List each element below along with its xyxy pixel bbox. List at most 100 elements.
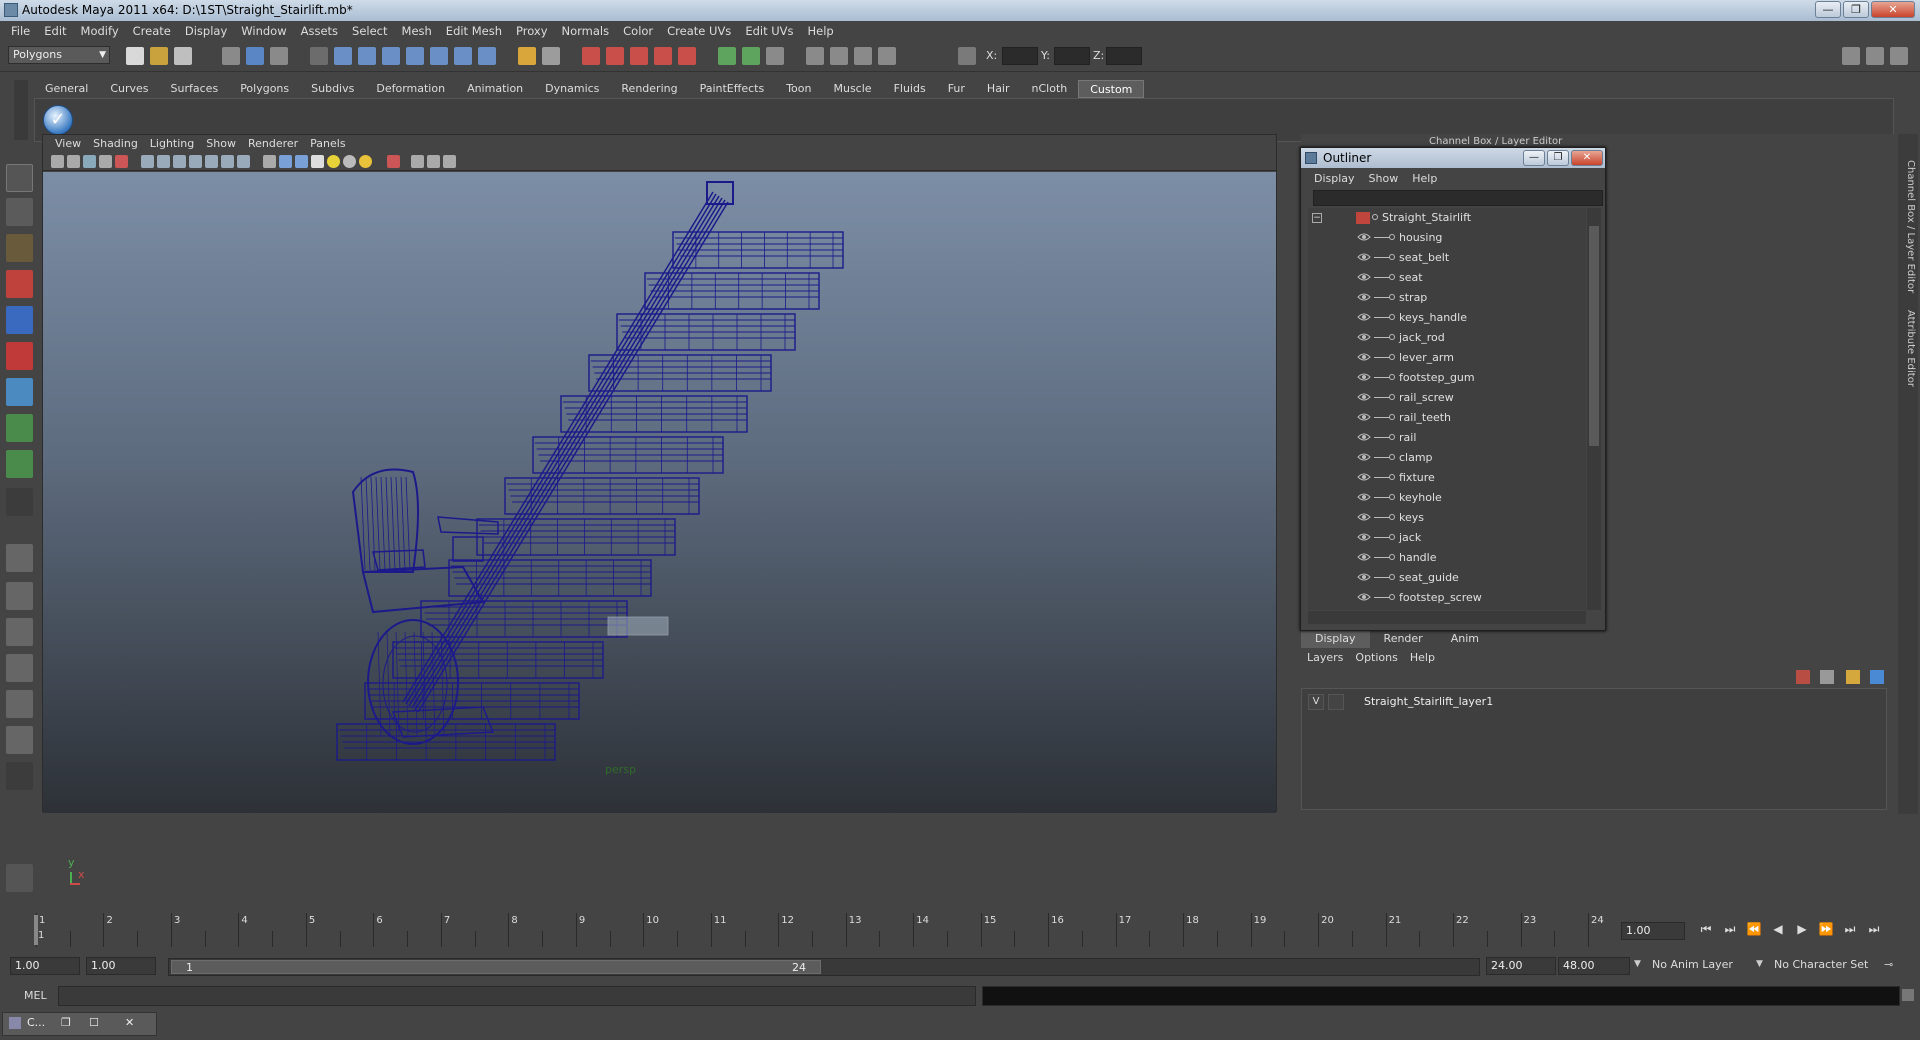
tool-settings-toggle-icon[interactable]	[1866, 47, 1884, 65]
select-object-icon[interactable]	[246, 47, 264, 65]
outliner-menu-help[interactable]: Help	[1405, 172, 1444, 185]
render-view-icon[interactable]	[542, 47, 560, 65]
outliner-scroll-thumb[interactable]	[1589, 226, 1599, 446]
animation-end-field[interactable]: 48.00	[1558, 957, 1630, 975]
layer-color-swatch[interactable]	[1346, 694, 1358, 710]
snap-curve-icon[interactable]	[358, 47, 376, 65]
shelf-tab-fur[interactable]: Fur	[937, 80, 976, 98]
outliner-item[interactable]: housing	[1308, 228, 1586, 248]
maximize-button[interactable]: ❐	[1843, 1, 1869, 18]
shelf-tab-dynamics[interactable]: Dynamics	[534, 80, 610, 98]
open-scene-icon[interactable]	[150, 47, 168, 65]
outliner-item[interactable]: clamp	[1308, 448, 1586, 468]
snap-view-plane-icon[interactable]	[406, 47, 424, 65]
close-button[interactable]: ✕	[1871, 1, 1915, 18]
shadows-icon[interactable]	[359, 155, 372, 168]
layer-menu-layers[interactable]: Layers	[1301, 651, 1349, 664]
camera-select-icon[interactable]	[51, 155, 64, 168]
menu-edit[interactable]: Edit	[37, 24, 73, 38]
step-back-frame-button[interactable]: ⏪	[1742, 922, 1766, 940]
shelf-tab-general[interactable]: General	[34, 80, 99, 98]
layer-name[interactable]: Straight_Stairlift_layer1	[1364, 695, 1493, 708]
construction-history-icon[interactable]	[518, 47, 536, 65]
shelf-tab-curves[interactable]: Curves	[99, 80, 159, 98]
menu-edit-uvs[interactable]: Edit UVs	[738, 24, 800, 38]
outliner-filter-field[interactable]	[1313, 190, 1603, 206]
select-hierarchy-icon[interactable]	[222, 47, 240, 65]
film-gate-icon[interactable]	[141, 155, 154, 168]
viewport-menu-shading[interactable]: Shading	[87, 137, 144, 150]
layout-graph-persp-icon[interactable]	[6, 654, 33, 682]
menu-create[interactable]: Create	[126, 24, 178, 38]
layer-menu-options[interactable]: Options	[1349, 651, 1403, 664]
move-tool-icon[interactable]	[6, 270, 33, 298]
wireframe-icon[interactable]	[263, 155, 276, 168]
shelf-tab-custom[interactable]: Custom	[1078, 80, 1145, 98]
select-tool-icon[interactable]	[6, 164, 33, 192]
xray-icon[interactable]	[411, 155, 424, 168]
anim-layer-dropdown[interactable]: No Anim Layer	[1648, 957, 1756, 975]
outliner-item[interactable]: jack	[1308, 528, 1586, 548]
outliner-item[interactable]: footstep_screw	[1308, 588, 1586, 608]
close-icon[interactable]: ✕	[125, 1016, 134, 1029]
time-slider-ruler[interactable]: 1 2 3 4 5 6 7 8 9 10 11 12 13 14 15 16 17 18 19 20 21 22 23 24	[0, 913, 1620, 948]
menu-modify[interactable]: Modify	[74, 24, 126, 38]
viewport-menu-view[interactable]: View	[49, 137, 87, 150]
outliner-item[interactable]: footstep_gum	[1308, 368, 1586, 388]
layer-menu-help[interactable]: Help	[1404, 651, 1441, 664]
outliner-item[interactable]: rail	[1308, 428, 1586, 448]
layer-visibility-toggle[interactable]: V	[1308, 694, 1324, 710]
layout-options-icon[interactable]	[6, 762, 33, 790]
menu-window[interactable]: Window	[234, 24, 293, 38]
command-input[interactable]	[58, 986, 976, 1006]
shelf-tab-ncloth[interactable]: nCloth	[1021, 80, 1079, 98]
outliner-menu-display[interactable]: Display	[1307, 172, 1362, 185]
safe-action-icon[interactable]	[205, 155, 218, 168]
chevron-down-icon[interactable]: ▼	[1634, 959, 1641, 969]
range-thumb[interactable]: 1 24	[171, 960, 821, 974]
menu-create-uvs[interactable]: Create UVs	[660, 24, 738, 38]
shelf-tab-rendering[interactable]: Rendering	[610, 80, 688, 98]
current-time-field[interactable]: 1.00	[1621, 922, 1685, 940]
bookmark-icon[interactable]	[83, 155, 96, 168]
current-frame-indicator[interactable]	[34, 915, 38, 945]
rotate-tool-icon[interactable]	[6, 306, 33, 334]
render-settings-icon[interactable]	[630, 47, 648, 65]
outliner-item[interactable]: rail_teeth	[1308, 408, 1586, 428]
graph-editor-icon[interactable]	[766, 47, 784, 65]
shelf-tab-subdivs[interactable]: Subdivs	[300, 80, 365, 98]
snap-grid-icon[interactable]	[334, 47, 352, 65]
hypershade-icon[interactable]	[654, 47, 672, 65]
minimized-window-button[interactable]: C... ❐ ☐ ✕	[2, 1012, 157, 1036]
playback-start-field[interactable]: 1.00	[86, 957, 156, 975]
menu-assets[interactable]: Assets	[294, 24, 345, 38]
key-icon[interactable]: ⊸	[1884, 958, 1893, 971]
menu-color[interactable]: Color	[616, 24, 660, 38]
x-field[interactable]	[1002, 47, 1038, 65]
shelf-tab-toon[interactable]: Toon	[775, 80, 822, 98]
restore-icon[interactable]: ❐	[61, 1016, 71, 1029]
chevron-down-icon[interactable]: ▼	[1756, 959, 1763, 969]
maximize-icon[interactable]: ☐	[89, 1016, 99, 1029]
render-icon[interactable]	[582, 47, 600, 65]
layout-hypershade-icon[interactable]	[6, 690, 33, 718]
toggle-tools-icon[interactable]	[878, 47, 896, 65]
layout-dope-sheet-icon[interactable]	[6, 726, 33, 754]
shelf-tab-polygons[interactable]: Polygons	[229, 80, 300, 98]
layout-four-pane-icon[interactable]	[6, 582, 33, 610]
z-field[interactable]	[1106, 47, 1142, 65]
outliner-menu-show[interactable]: Show	[1362, 172, 1406, 185]
play-forwards-button[interactable]: ▶	[1790, 922, 1814, 940]
outliner-toggle-icon[interactable]	[854, 47, 872, 65]
move-layer-down-icon[interactable]	[1870, 670, 1884, 684]
outliner-item[interactable]: rail_screw	[1308, 388, 1586, 408]
go-to-start-button[interactable]: ⏮	[1694, 922, 1718, 940]
move-layer-up-icon[interactable]	[1846, 670, 1860, 684]
attribute-editor-toggle-icon[interactable]	[1842, 47, 1860, 65]
textured-icon[interactable]	[311, 155, 324, 168]
menu-help[interactable]: Help	[801, 24, 841, 38]
outliner-item[interactable]: fixture	[1308, 468, 1586, 488]
shelf-tab-animation[interactable]: Animation	[456, 80, 534, 98]
render-globals-icon[interactable]	[678, 47, 696, 65]
shelf-tab-deformation[interactable]: Deformation	[365, 80, 456, 98]
